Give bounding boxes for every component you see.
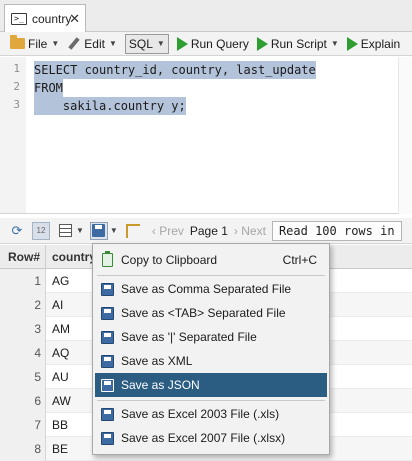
line-number: 1 bbox=[13, 62, 20, 75]
save-icon bbox=[99, 353, 115, 369]
save-icon bbox=[99, 377, 115, 393]
menu-item-label: Copy to Clipboard bbox=[121, 253, 218, 267]
pagination: ‹ Prev Page 1 › Next bbox=[152, 224, 272, 238]
terminal-icon: >_ bbox=[11, 12, 27, 25]
pencil-icon bbox=[67, 37, 81, 51]
chevron-down-icon: ▼ bbox=[108, 39, 117, 48]
row-number: 8 bbox=[0, 437, 46, 461]
export-button[interactable] bbox=[89, 221, 108, 240]
sql-editor[interactable]: 1 2 3 SELECT country_id, country, last_u… bbox=[0, 57, 412, 214]
row-number: 2 bbox=[0, 293, 46, 317]
row-number: 4 bbox=[0, 341, 46, 365]
edit-label: Edit bbox=[84, 36, 105, 51]
clipboard-icon bbox=[99, 251, 115, 268]
row-number: 3 bbox=[0, 317, 46, 341]
play-icon bbox=[176, 36, 188, 51]
chevron-down-icon: ▼ bbox=[51, 39, 60, 48]
code-line[interactable]: FROM bbox=[34, 79, 63, 97]
menu-item-copy-to-clipboard[interactable]: Copy to Clipboard Ctrl+C bbox=[95, 248, 327, 272]
menu-item-save-json[interactable]: Save as JSON bbox=[95, 373, 327, 397]
line-number: 2 bbox=[13, 80, 20, 93]
menu-item-save-csv[interactable]: Save as Comma Separated File bbox=[95, 277, 327, 301]
editor-scrollbar[interactable] bbox=[398, 57, 412, 214]
menu-item-shortcut: Ctrl+C bbox=[282, 253, 317, 267]
next-label: Next bbox=[241, 223, 266, 238]
tab-bar: >_ country ✕ bbox=[0, 0, 412, 32]
tab-title: country bbox=[32, 11, 72, 26]
crop-button[interactable] bbox=[124, 222, 142, 240]
line-number-gutter: 1 2 3 bbox=[0, 57, 26, 213]
status-text: Read 100 rows in bbox=[278, 223, 395, 238]
menu-item-label: Save as XML bbox=[121, 354, 193, 368]
menu-item-save-pipe[interactable]: Save as '|' Separated File bbox=[95, 325, 327, 349]
row-number: 7 bbox=[0, 413, 46, 437]
page-indicator: Page 1 bbox=[189, 223, 228, 238]
tab-country[interactable]: >_ country ✕ bbox=[4, 4, 86, 32]
row-number: 5 bbox=[0, 365, 46, 389]
save-icon bbox=[99, 329, 115, 345]
file-menu-button[interactable]: File ▼ bbox=[10, 35, 60, 51]
prev-label: Prev bbox=[159, 223, 184, 238]
menu-item-save-xlsx[interactable]: Save as Excel 2007 File (.xlsx) bbox=[95, 426, 327, 450]
code-line[interactable]: sakila.country y; bbox=[34, 97, 186, 115]
row-number: 6 bbox=[0, 389, 46, 413]
save-icon bbox=[99, 406, 115, 422]
column-header-rownum[interactable]: Row# bbox=[0, 245, 46, 269]
crop-icon bbox=[125, 223, 140, 238]
menu-item-label: Save as Excel 2007 File (.xlsx) bbox=[121, 431, 286, 445]
row-number: 1 bbox=[0, 269, 46, 293]
chevron-down-icon[interactable]: ▼ bbox=[331, 39, 339, 48]
run-script-icon bbox=[256, 36, 268, 51]
menu-item-save-xls[interactable]: Save as Excel 2003 File (.xls) bbox=[95, 402, 327, 426]
menu-item-label: Save as Comma Separated File bbox=[121, 282, 292, 296]
explain-button[interactable]: Explain bbox=[346, 36, 401, 51]
menu-separator bbox=[97, 275, 325, 276]
save-icon bbox=[99, 430, 115, 446]
menu-item-label: Save as JSON bbox=[121, 378, 200, 392]
grid-view-button[interactable] bbox=[56, 222, 74, 240]
save-icon bbox=[99, 281, 115, 297]
save-icon bbox=[99, 305, 115, 321]
menu-item-label: Save as <TAB> Separated File bbox=[121, 306, 286, 320]
menu-item-save-tsv[interactable]: Save as <TAB> Separated File bbox=[95, 301, 327, 325]
explain-icon bbox=[346, 36, 358, 51]
chevron-down-icon: ▼ bbox=[156, 39, 165, 48]
run-query-button[interactable]: Run Query bbox=[176, 36, 249, 51]
editor-toolbar: File ▼ Edit ▼ SQL ▼ Run Query Run Script… bbox=[0, 32, 412, 56]
grid-icon bbox=[58, 224, 72, 237]
sql-mode-select[interactable]: SQL ▼ bbox=[124, 33, 169, 54]
status-readout: Read 100 rows in bbox=[271, 220, 402, 241]
run-script-button[interactable]: Run Script ▼ bbox=[256, 36, 339, 51]
edit-menu-button[interactable]: Edit ▼ bbox=[67, 37, 117, 51]
next-page-button[interactable]: › Next bbox=[234, 224, 266, 238]
sql-mode-label: SQL bbox=[128, 36, 153, 51]
results-toolbar: ⟳ 12 ▼ ▼ ‹ Prev Page 1 › Next Read 100 r… bbox=[0, 218, 412, 244]
line-number: 3 bbox=[13, 98, 20, 111]
row-numbers-icon: 12 bbox=[36, 226, 46, 235]
chevron-down-icon[interactable]: ▼ bbox=[76, 226, 84, 235]
menu-item-label: Save as '|' Separated File bbox=[121, 330, 257, 344]
file-label: File bbox=[28, 36, 48, 51]
save-icon bbox=[92, 224, 106, 237]
folder-icon bbox=[10, 35, 25, 49]
run-query-label: Run Query bbox=[190, 36, 249, 51]
row-numbers-toggle[interactable]: 12 bbox=[32, 221, 50, 240]
code-line[interactable]: SELECT country_id, country, last_update bbox=[34, 61, 316, 79]
explain-label: Explain bbox=[360, 36, 401, 51]
run-script-label: Run Script bbox=[270, 36, 327, 51]
menu-item-save-xml[interactable]: Save as XML bbox=[95, 349, 327, 373]
close-icon[interactable]: ✕ bbox=[69, 11, 80, 27]
menu-item-label: Save as Excel 2003 File (.xls) bbox=[121, 407, 280, 421]
prev-page-button[interactable]: ‹ Prev bbox=[152, 224, 184, 238]
menu-separator bbox=[97, 400, 325, 401]
chevron-down-icon[interactable]: ▼ bbox=[110, 226, 118, 235]
refresh-icon[interactable]: ⟳ bbox=[8, 222, 26, 240]
export-menu: Copy to Clipboard Ctrl+C Save as Comma S… bbox=[92, 243, 330, 455]
